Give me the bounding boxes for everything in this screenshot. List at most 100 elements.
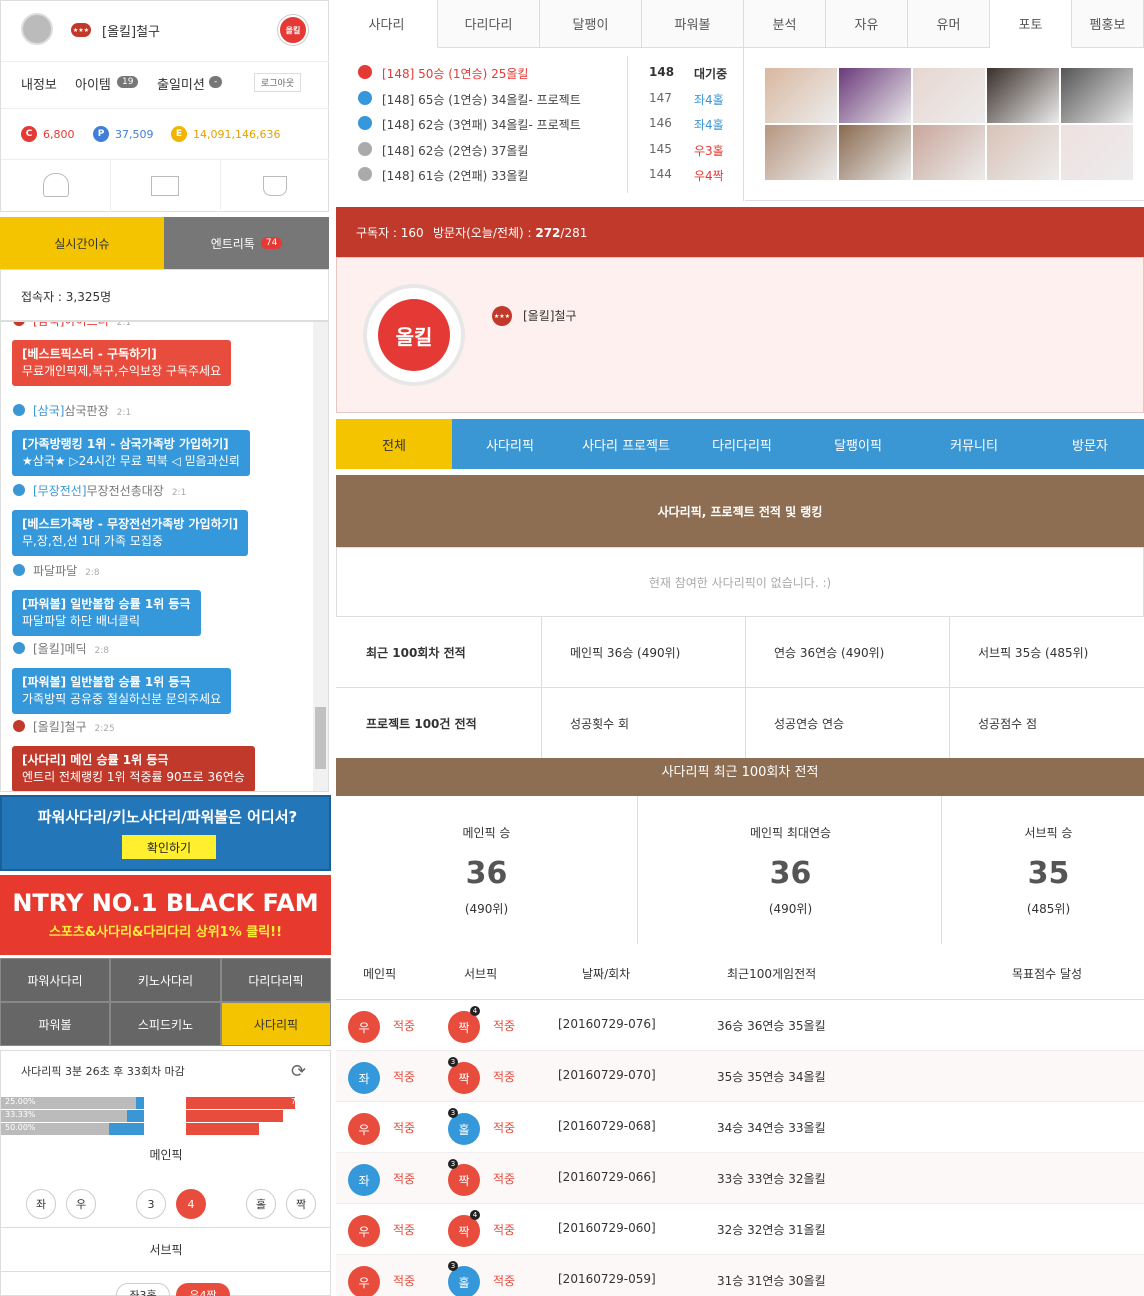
notification-icon[interactable] (43, 173, 69, 197)
main-pick-option[interactable]: 홀 (246, 1189, 276, 1219)
tab-3[interactable]: 달팽이 (540, 0, 642, 48)
chat-bubble[interactable]: [사다리] 메인 승률 1위 등극 엔트리 전체랭킹 1위 적중률 90프로 36… (12, 746, 255, 791)
game-keno-ladder[interactable]: 키노사다리 (110, 958, 221, 1002)
chat-bubble[interactable]: [가족방랭킹 1위 - 삼국가족방 가입하기] ★삼국★ ▷24시간 무료 픽북 … (12, 430, 250, 476)
photo-thumbnail[interactable] (839, 68, 911, 123)
photo-thumbnail[interactable] (913, 68, 985, 123)
photo-thumbnail[interactable] (987, 68, 1059, 123)
result-status: 좌4홀 (694, 118, 724, 132)
table-row[interactable]: 우 적중 짝 4 적중 [20160729-076] 36승 36연승 35올킬 (336, 1000, 1144, 1051)
photo-thumbnail[interactable] (1061, 125, 1133, 180)
game-powerball[interactable]: 파워볼 (0, 1002, 110, 1046)
hit-label: 적중 (493, 1223, 516, 1237)
table-row[interactable]: 좌 적중 짝 3 적중 [20160729-070] 35승 35연승 34올킬 (336, 1051, 1144, 1102)
main-pick-option[interactable]: 우 (66, 1189, 96, 1219)
chat-time: 2:1 (116, 321, 132, 328)
ranking-cell: 성공연승 연승 (774, 717, 845, 731)
news-icon[interactable] (151, 176, 179, 196)
chat-bubble[interactable]: [파워볼] 일반볼합 승률 1위 등극 가족방픽 공유중 절실하신분 문의주세요 (12, 668, 232, 714)
tab-6[interactable]: 자유 (826, 0, 908, 48)
tab-8[interactable]: 포토 (990, 0, 1072, 48)
chat-title: [베스트가족방 - 무장전선가족방 가입하기] (22, 517, 239, 531)
subnav-5[interactable]: 달팽이픽 (800, 419, 916, 469)
ladder-bar-right (186, 1123, 259, 1135)
main-pick-option[interactable]: 3 (136, 1189, 166, 1219)
subnav-2[interactable]: 사다리픽 (452, 419, 568, 469)
chat-body: 파달파달 하단 배너클릭 (22, 614, 141, 628)
visitor-total: /281 (560, 226, 588, 240)
logout-button[interactable]: 로그아웃 (254, 73, 302, 92)
photo-thumbnail[interactable] (839, 125, 911, 180)
subnav-3[interactable]: 사다리 프로젝트 (568, 419, 684, 469)
fam-icon[interactable] (263, 176, 287, 196)
tab-2[interactable]: 다리다리 (438, 0, 540, 48)
chat-bubble[interactable]: [베스트픽스터 - 구독하기] 무료개인픽제,복구,수익보장 구독주세요 (12, 340, 232, 386)
result-text[interactable]: [148] 61승 (2연패) 33올킬 (382, 167, 528, 184)
photo-thumbnail[interactable] (765, 68, 837, 123)
chat-prefix: [삼국] (33, 404, 65, 418)
banner-confirm-button[interactable]: 확인하기 (122, 835, 216, 859)
chat-bubble[interactable]: [파워볼] 일반볼합 승률 1위 등극 파달파달 하단 배너클릭 (12, 590, 201, 636)
table-row[interactable]: 우 적중 짝 4 적중 [20160729-060] 32승 32연승 31올킬 (336, 1204, 1144, 1255)
chat-time: 2:1 (116, 408, 132, 418)
chat-bubble[interactable]: [베스트가족방 - 무장전선가족방 가입하기] 무,장,전,선 1대 가족 모집중 (12, 510, 249, 556)
stats-rank: (490위) (464, 902, 509, 916)
my-info-link[interactable]: 내정보 (21, 74, 57, 93)
photo-thumbnail[interactable] (987, 125, 1059, 180)
tab-live-issue[interactable]: 실시간이슈 (0, 217, 164, 269)
tab-1[interactable]: 사다리 (336, 0, 438, 48)
tab-5[interactable]: 분석 (744, 0, 826, 48)
main-pick-option[interactable]: 짝 (286, 1189, 316, 1219)
banner-where[interactable]: 파워사다리/키노사다리/파워볼은 어디서? 확인하기 (0, 795, 331, 871)
sub-pick-option[interactable]: 좌3홀 (116, 1283, 170, 1296)
result-text[interactable]: [148] 62승 (2연승) 37올킬 (382, 142, 528, 159)
photo-thumbnail[interactable] (1061, 68, 1133, 123)
tab-4[interactable]: 파워볼 (642, 0, 744, 48)
table-row[interactable]: 우 적중 홀 3 적중 [20160729-068] 34승 34연승 33올킬 (336, 1102, 1144, 1153)
game-ladder-pick[interactable]: 사다리픽 (221, 1002, 331, 1046)
subnav-6[interactable]: 커뮤니티 (916, 419, 1032, 469)
tab-entry-talk[interactable]: 엔트리톡 74 (164, 217, 329, 269)
connected-bar: 접속자 : 3,325명 (0, 269, 329, 321)
chat-scrollbar[interactable] (313, 322, 328, 791)
chat-author[interactable]: [무장전선]무장전선총대장 2:1 (13, 482, 186, 499)
result-round: 144 (649, 167, 672, 181)
line-count-badge: 3 (448, 1261, 458, 1271)
game-dari-pick[interactable]: 다리다리픽 (221, 958, 331, 1002)
sub-pick-value: 짝 (458, 1071, 470, 1086)
game-speed-keno[interactable]: 스피드키노 (110, 1002, 221, 1046)
ladder-bar-left (127, 1110, 144, 1122)
table-row[interactable]: 우 적중 홀 3 적중 [20160729-059] 31승 31연승 30올킬 (336, 1255, 1144, 1296)
main-pick-option[interactable]: 좌 (26, 1189, 56, 1219)
refresh-icon[interactable]: ⟳ (291, 1061, 306, 1082)
subnav-1[interactable]: 전체 (336, 419, 452, 469)
table-row[interactable]: 좌 적중 짝 3 적중 [20160729-066] 33승 33연승 32올킬 (336, 1153, 1144, 1204)
photo-thumbnail[interactable] (913, 125, 985, 180)
hit-label: 적중 (393, 1121, 416, 1135)
main-pick-option[interactable]: 4 (176, 1189, 206, 1219)
chat-title: [가족방랭킹 1위 - 삼국가족방 가입하기] (22, 437, 229, 451)
result-text[interactable]: [148] 62승 (3연패) 34올킬- 프로젝트 (382, 116, 581, 133)
subnav-7[interactable]: 방문자 (1032, 419, 1144, 469)
item-link[interactable]: 아이템 (75, 74, 111, 93)
banner-where-text: 파워사다리/키노사다리/파워볼은 어디서? (37, 808, 298, 826)
game-power-ladder[interactable]: 파워사다리 (0, 958, 110, 1002)
tab-7[interactable]: 유머 (908, 0, 990, 48)
chat-author[interactable]: [삼국]아이스터 2:1 (13, 321, 132, 329)
user-level-icon (13, 642, 25, 654)
stats-rank: (490위) (768, 902, 813, 916)
chat-author[interactable]: [올킬]메딕 2:8 (13, 640, 109, 657)
photo-thumbnail[interactable] (765, 125, 837, 180)
subnav-4[interactable]: 다리다리픽 (684, 419, 800, 469)
result-text[interactable]: [148] 50승 (1연승) 25올킬 (382, 65, 528, 82)
avatar[interactable] (21, 13, 53, 45)
sub-pick-option-selected[interactable]: 우4짝 (176, 1283, 230, 1296)
tab-9[interactable]: 펨홍보 (1072, 0, 1144, 48)
banner-blackfam[interactable]: NTRY NO.1 BLACK FAM 스포츠&사다리&다리다리 상위1% 클릭… (0, 875, 331, 955)
chat-author[interactable]: 파달파달 2:8 (13, 562, 100, 579)
chat-body: 가족방픽 공유중 절실하신분 문의주세요 (22, 692, 222, 706)
chat-author[interactable]: [올킬]철구 2:25 (13, 718, 115, 735)
result-text[interactable]: [148] 65승 (1연승) 34올킬- 프로젝트 (382, 91, 581, 108)
attend-link[interactable]: 출일미션 (157, 74, 205, 93)
chat-author[interactable]: [삼국]삼국판장 2:1 (13, 402, 131, 419)
